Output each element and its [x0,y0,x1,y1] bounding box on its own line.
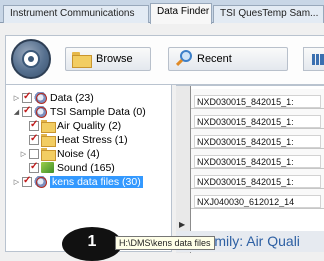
database-icon [34,176,47,188]
checkbox[interactable] [29,161,39,173]
folder-icon [41,134,56,147]
step-number-callout: 1 [62,227,122,261]
app-logo-icon [22,50,40,68]
file-grid: NXD030015_842015_1: NXD030015_842015_1: … [176,85,324,253]
tree-item-label: Noise (4) [57,147,100,160]
grid-view-button[interactable] [303,47,324,71]
checkbox[interactable] [29,133,39,145]
folder-icon [41,148,56,161]
table-row[interactable]: NXD030015_842015_1: [191,109,324,129]
file-name-cell[interactable]: NXJ040030_612012_14 [194,195,321,208]
tree-item-label: Heat Stress (1) [57,133,128,146]
browse-button[interactable]: Browse [65,47,151,71]
tree-item-heat-stress[interactable]: Heat Stress (1) [28,133,128,147]
file-name-cell[interactable]: NXD030015_842015_1: [194,95,321,108]
file-name-cell[interactable]: NXD030015_842015_1: [194,175,321,188]
database-icon [34,92,47,104]
folder-open-icon [72,52,92,68]
tree-item-label: Data (23) [50,91,94,104]
checkbox[interactable] [29,148,39,159]
tree-item-label: Sound (165) [57,161,115,174]
tree-item-sound[interactable]: Sound (165) [28,161,115,174]
file-name-cell[interactable]: NXD030015_842015_1: [194,135,321,148]
checkbox[interactable] [29,119,39,131]
table-row[interactable]: NXD030015_842015_1: [191,149,324,169]
recent-label: Recent [197,53,232,65]
tree-item-data[interactable]: ▷ Data (23) [12,91,94,104]
tree-item-label: TSI Sample Data (0) [50,105,146,118]
expand-arrow-icon[interactable]: ▷ [19,150,28,158]
tree-item-label: kens data files (30) [50,175,143,188]
tree-item-label: Air Quality (2) [57,119,122,132]
browse-label: Browse [96,53,133,65]
table-row[interactable]: NXD030015_842015_1: [191,169,324,189]
table-row[interactable]: NXJ040030_612012_14 [191,189,324,209]
tree-item-air-quality[interactable]: Air Quality (2) [28,119,122,133]
tree-item-tsi-sample-data[interactable]: ◢ TSI Sample Data (0) [12,105,146,118]
table-row[interactable]: NXD030015_842015_1: [191,129,324,149]
checkbox[interactable] [22,175,32,187]
file-name-cell[interactable]: NXD030015_842015_1: [194,115,321,128]
tree-item-noise[interactable]: ▷ Noise (4) [19,147,100,161]
toolbar: Browse Recent [5,35,324,85]
recent-button[interactable]: Recent [168,47,288,71]
application-menu-button[interactable] [11,39,51,79]
folder-icon [41,120,56,133]
checkbox[interactable] [22,91,32,103]
tab-instrument-communications[interactable]: Instrument Communications [3,5,149,23]
collapse-arrow-icon[interactable]: ◢ [12,108,21,116]
path-tooltip: H:\DMS\kens data files [115,236,215,250]
sound-folder-icon [41,162,54,173]
checkbox[interactable] [22,105,32,117]
expand-arrow-icon[interactable]: ▷ [12,178,21,186]
tree-item-kens-data-files[interactable]: ▷ kens data files (30) [12,175,143,188]
table-row[interactable]: NXD030015_842015_1: [191,89,324,109]
file-name-cell[interactable]: NXD030015_842015_1: [194,155,321,168]
database-icon [34,106,47,118]
expand-arrow-icon[interactable]: ▷ [12,94,21,102]
search-icon [175,50,193,68]
tab-tsi-questemp[interactable]: TSI QuesTemp Sam... [213,5,324,23]
tab-strip: Instrument Communications Data Finder TS… [0,0,324,24]
tab-data-finder[interactable]: Data Finder [150,3,212,24]
row-pointer-icon: ▶ [179,220,186,229]
grid-icon [312,54,324,65]
